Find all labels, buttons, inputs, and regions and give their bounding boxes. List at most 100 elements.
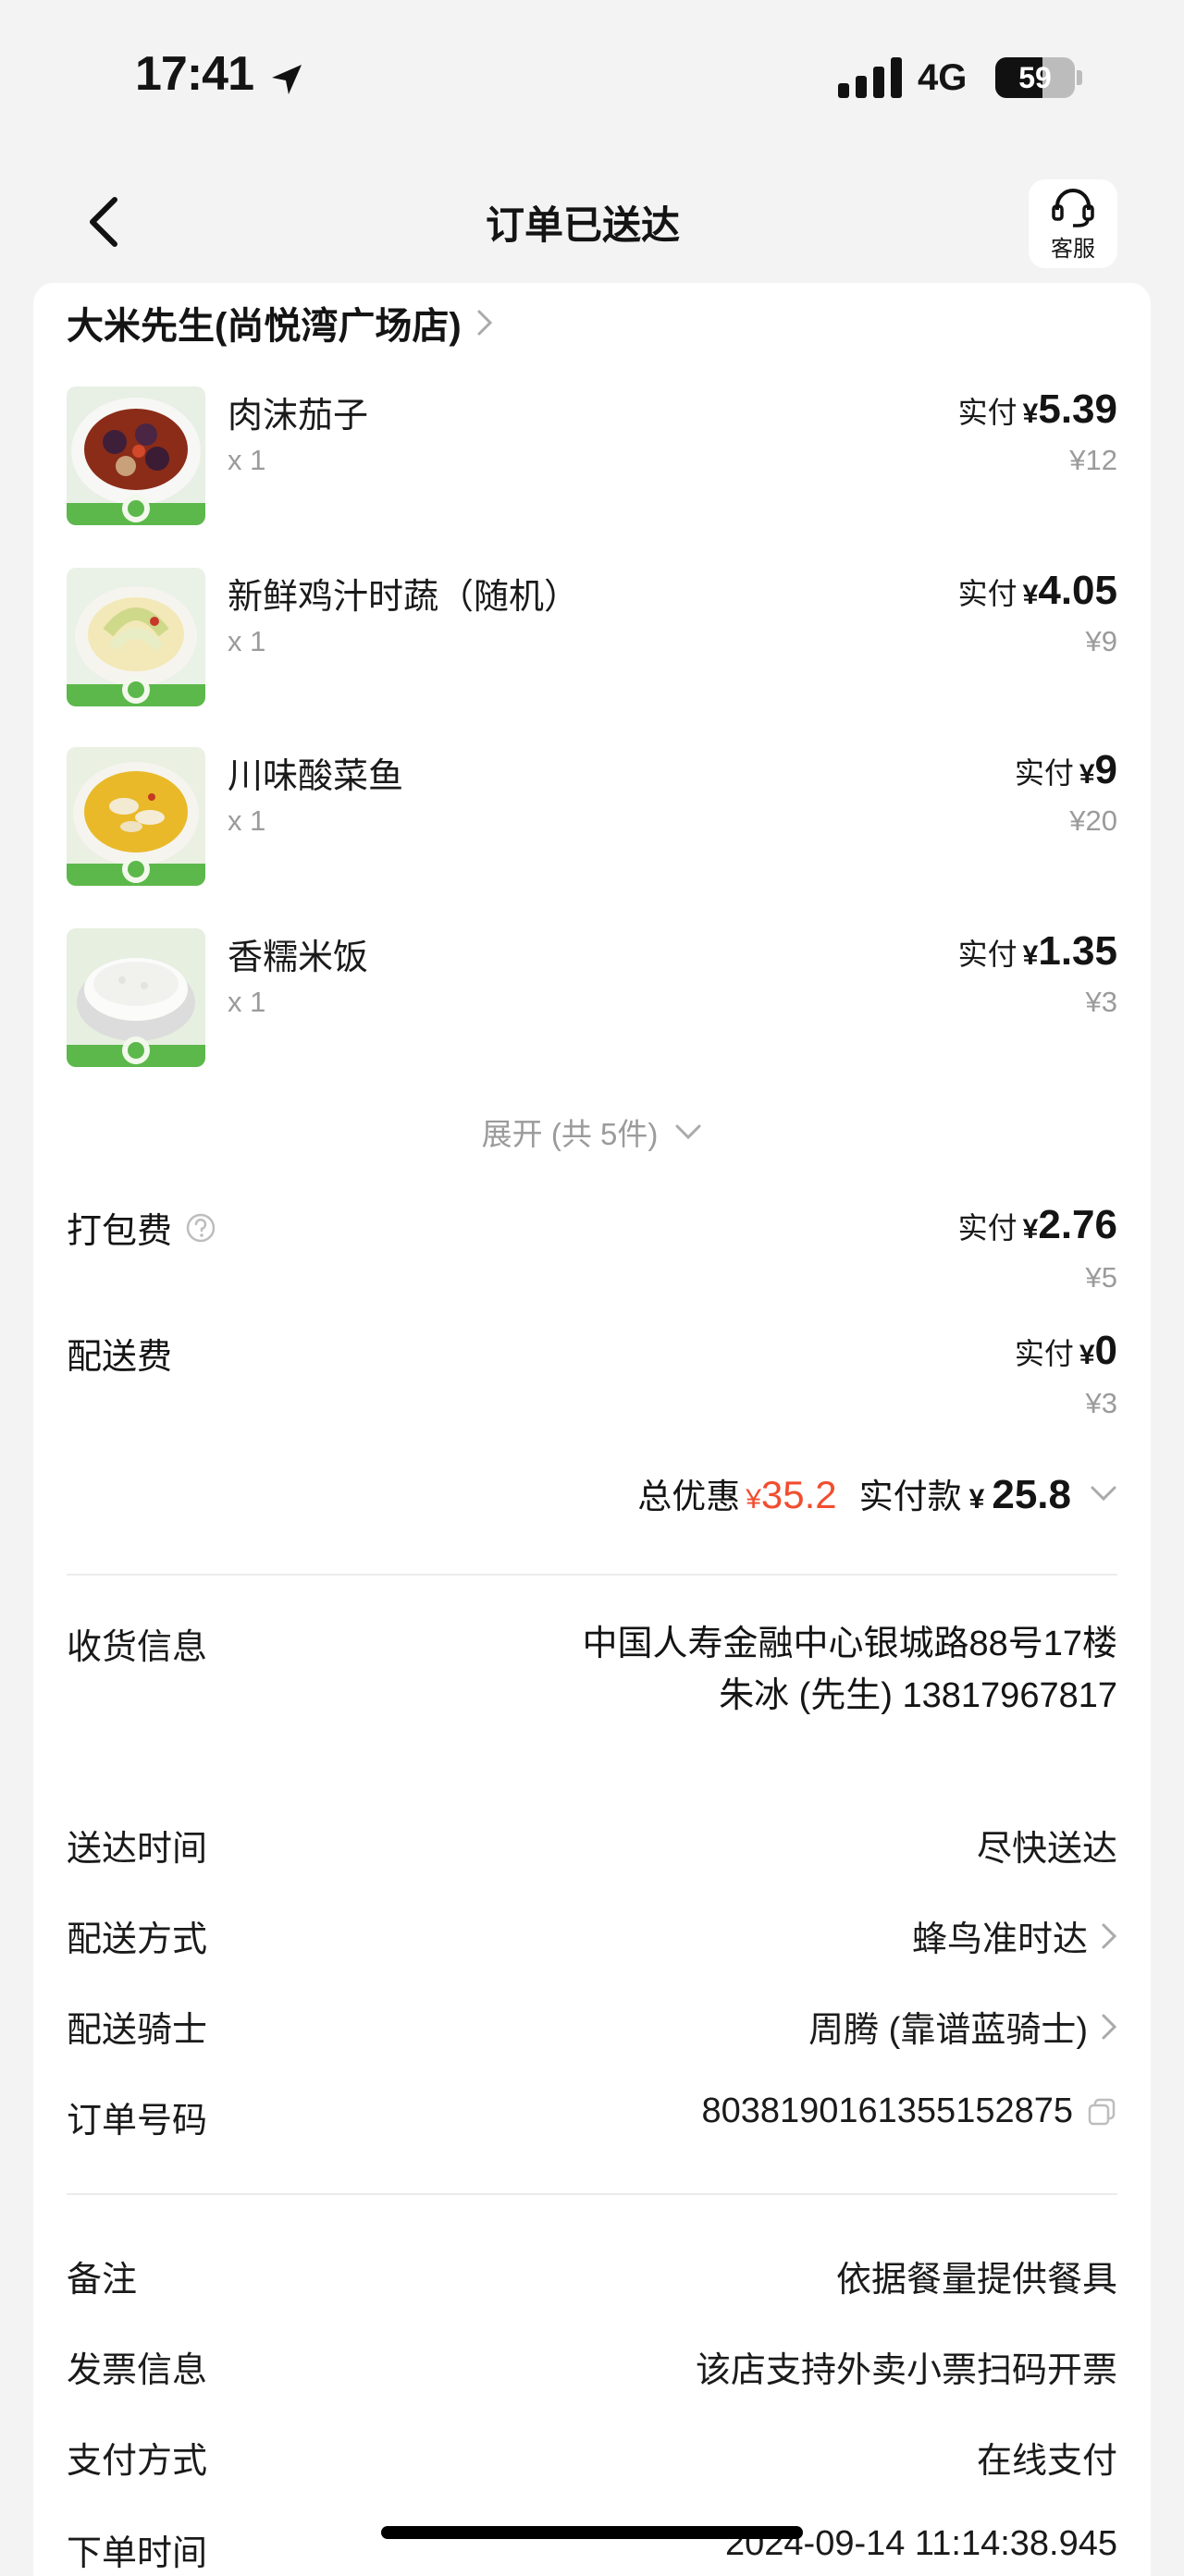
item-name: 肉沫茄子	[228, 397, 369, 435]
delivery-method-label: 配送方式	[67, 1920, 208, 1959]
currency-symbol: ¥	[1079, 1340, 1095, 1370]
packing-fee-text: 打包费	[67, 1212, 173, 1251]
currency-symbol: ¥	[1022, 940, 1039, 971]
order-time-label: 下单时间	[67, 2534, 208, 2573]
note-text: 依据餐量提供餐具	[835, 2261, 1117, 2300]
delivery-time-value: 尽快送达	[977, 1820, 1117, 1871]
store-name: 大米先生(尚悦湾广场店)	[67, 306, 462, 347]
battery-tip	[1077, 70, 1082, 85]
packing-fee-paid: 实付 ¥2.76	[958, 1202, 1117, 1248]
total-amount: 25.8	[992, 1472, 1071, 1517]
payment-summary[interactable]: 总优惠 ¥ 35.2 实付款 ¥ 25.8	[637, 1468, 1117, 1518]
delivery-time-label: 送达时间	[67, 1830, 208, 1869]
payment-method-label: 支付方式	[67, 2442, 208, 2481]
invoice-label: 发票信息	[67, 2351, 208, 2390]
status-time: 17:41	[135, 47, 254, 101]
discount-currency: ¥	[746, 1484, 761, 1515]
location-arrow-icon	[272, 65, 302, 94]
nav-bar: 订单已送达 客服	[0, 166, 1184, 277]
paid-label: 实付	[957, 577, 1018, 610]
order-number-value: 8038190161355152875	[701, 2091, 1117, 2131]
chevron-right-icon	[1102, 1923, 1117, 1948]
receiver-address: 中国人寿金融中心银城路88号17楼	[582, 1625, 1117, 1663]
item-paid-price: 实付 ¥9	[1015, 747, 1117, 793]
expand-items-button[interactable]: 展开 (共 5件)	[33, 1110, 1151, 1154]
item-paid-price: 实付 ¥1.35	[958, 928, 1117, 975]
item-original-price: ¥12	[1069, 444, 1117, 476]
store-link[interactable]: 大米先生(尚悦湾广场店)	[67, 296, 493, 350]
paid-label: 实付	[1014, 1337, 1074, 1370]
item-original-price: ¥3	[1085, 986, 1117, 1018]
payment-method-value: 在线支付	[977, 2432, 1117, 2483]
signal-bars-icon	[838, 57, 902, 98]
status-bar: 17:41 4G 59	[0, 0, 1184, 148]
paid-amount: 2.76	[1038, 1202, 1117, 1247]
order-item[interactable]: 肉沫茄子 x 1 实付 ¥5.39 ¥12	[67, 386, 1151, 534]
dish-image	[67, 747, 205, 886]
discount-label: 总优惠	[637, 1478, 741, 1515]
paid-amount: 1.35	[1038, 928, 1117, 974]
paid-amount: 5.39	[1038, 386, 1117, 432]
battery-level: 59	[1018, 61, 1052, 94]
note-label: 备注	[67, 2261, 138, 2300]
receiver-info-row: 收货信息 中国人寿金融中心银城路88号17楼 朱冰 (先生) 138179678…	[67, 1618, 1117, 1785]
customer-service-button[interactable]: 客服	[1029, 179, 1117, 268]
order-item[interactable]: 新鲜鸡汁时蔬（随机） x 1 实付 ¥4.05 ¥9	[67, 568, 1151, 716]
order-detail-card: 大米先生(尚悦湾广场店) 肉沫茄子 x 1 实付 ¥5.39 ¥12 新鲜鸡汁时…	[33, 283, 1151, 2576]
dish-image	[67, 386, 205, 525]
packing-fee-original: ¥5	[1085, 1261, 1117, 1294]
paid-label: 实付	[957, 938, 1018, 971]
note-value: 依据餐量提供餐具	[836, 2251, 1117, 2301]
item-name: 香糯米饭	[228, 938, 369, 977]
item-name: 川味酸菜鱼	[228, 757, 404, 796]
delivery-method-text: 蜂鸟准时达	[911, 1920, 1088, 1959]
paid-amount: 9	[1094, 747, 1117, 792]
item-quantity: x 1	[228, 625, 266, 657]
delivery-fee-row: 配送费 实付 ¥0 ¥3	[67, 1328, 1117, 1429]
paid-amount: 4.05	[1038, 568, 1117, 613]
section-divider	[67, 1574, 1117, 1576]
item-paid-price: 实付 ¥4.05	[958, 568, 1117, 614]
receiver-details: 中国人寿金融中心银城路88号17楼 朱冰 (先生) 13817967817	[525, 1618, 1117, 1722]
question-circle-icon[interactable]	[185, 1212, 216, 1244]
section-divider	[67, 2193, 1117, 2195]
packing-fee-row: 打包费 实付 ¥2.76 ¥5	[67, 1202, 1117, 1304]
paid-amount: 0	[1094, 1328, 1117, 1373]
packing-fee-label: 打包费	[67, 1202, 216, 1253]
paid-label: 实付	[957, 1211, 1018, 1245]
currency-symbol: ¥	[1022, 399, 1039, 429]
chevron-down-icon	[1091, 1486, 1116, 1502]
discount-amount: 35.2	[760, 1473, 837, 1516]
item-quantity: x 1	[228, 444, 266, 476]
item-quantity: x 1	[228, 804, 266, 837]
page-title: 订单已送达	[485, 203, 680, 247]
chevron-down-icon	[675, 1124, 701, 1140]
item-quantity: x 1	[228, 986, 266, 1018]
delivery-time-text: 尽快送达	[976, 1830, 1117, 1869]
delivery-fee-label: 配送费	[67, 1328, 172, 1379]
dish-image	[67, 928, 205, 1067]
item-original-price: ¥9	[1085, 625, 1117, 657]
dish-image	[67, 568, 205, 706]
delivery-fee-paid: 实付 ¥0	[1015, 1328, 1117, 1374]
expand-label: 展开 (共 5件)	[481, 1117, 659, 1151]
receiver-contact: 朱冰 (先生) 13817967817	[719, 1676, 1117, 1715]
chevron-right-icon	[1102, 2014, 1117, 2039]
delivery-method-value[interactable]: 蜂鸟准时达	[912, 1910, 1117, 1961]
network-type: 4G	[918, 57, 968, 98]
paid-label: 实付	[957, 396, 1018, 429]
copy-icon[interactable]	[1086, 2096, 1117, 2128]
paid-label: 实付	[1014, 756, 1074, 790]
invoice-value: 该店支持外卖小票扫码开票	[696, 2341, 1117, 2392]
headset-icon	[1052, 188, 1094, 227]
order-number: 8038190161355152875	[701, 2091, 1073, 2130]
currency-symbol: ¥	[1079, 759, 1095, 790]
order-item[interactable]: 香糯米饭 x 1 实付 ¥1.35 ¥3	[67, 928, 1151, 1076]
total-currency: ¥	[968, 1484, 985, 1515]
delivery-fee-original: ¥3	[1085, 1387, 1117, 1419]
payment-method-text: 在线支付	[976, 2442, 1117, 2481]
rider-value[interactable]: 周腾 (靠谱蓝骑士)	[808, 2001, 1117, 2052]
order-item[interactable]: 川味酸菜鱼 x 1 实付 ¥9 ¥20	[67, 747, 1151, 895]
rider-label: 配送骑士	[67, 2011, 208, 2050]
home-indicator[interactable]	[381, 2526, 803, 2539]
